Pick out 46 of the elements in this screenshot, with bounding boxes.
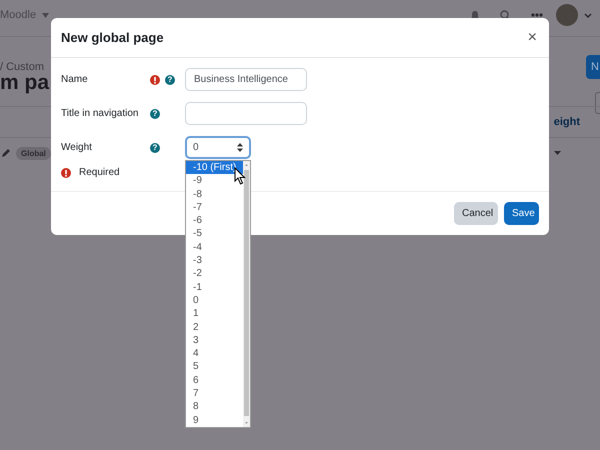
caret-icon[interactable] — [554, 151, 561, 155]
dropdown-option[interactable]: -7 — [186, 200, 243, 214]
cancel-button[interactable]: Cancel — [454, 202, 498, 225]
dialog-title: New global page — [61, 30, 164, 45]
field-label: Title in navigation — [61, 108, 140, 119]
dropdown-option[interactable]: -5 — [186, 227, 243, 241]
column-header[interactable]: eight — [554, 116, 580, 128]
dropdown-option[interactable]: 2 — [186, 320, 243, 334]
close-button[interactable]: × — [526, 30, 539, 46]
sort-icon — [237, 143, 243, 152]
help-button[interactable]: ? — [165, 74, 175, 84]
save-button[interactable]: Save — [504, 202, 539, 225]
dropdown-option[interactable]: -3 — [186, 254, 243, 268]
pencil-icon[interactable] — [2, 149, 10, 157]
grid-icon[interactable] — [531, 13, 543, 17]
dropdown-option[interactable]: 4 — [186, 347, 243, 360]
dropdown-option[interactable]: 1 — [186, 307, 243, 321]
caret-icon[interactable] — [584, 12, 592, 18]
dropdown-option[interactable]: 8 — [186, 400, 243, 414]
dropdown-option[interactable]: -8 — [186, 188, 243, 201]
dropdown-option[interactable]: 6 — [186, 374, 243, 388]
help-button[interactable]: ? — [150, 108, 160, 118]
dropdown-option[interactable]: 5 — [186, 360, 243, 374]
dropdown-option[interactable]: -4 — [186, 240, 243, 254]
tag-badge: Global — [16, 146, 51, 160]
help-button[interactable]: ? — [150, 142, 160, 152]
dropdown-option[interactable]: -2 — [186, 267, 243, 281]
bell-icon[interactable] — [470, 10, 480, 20]
avatar[interactable] — [556, 4, 578, 26]
dropdown-option[interactable]: 9 — [186, 414, 243, 427]
dropdown-option[interactable]: 7 — [186, 387, 243, 400]
dropdown-option[interactable]: -1 — [186, 280, 243, 294]
field-label: Weight — [61, 142, 93, 153]
dropdown-option[interactable]: -6 — [186, 214, 243, 228]
caret-icon — [42, 12, 50, 18]
text-field[interactable]: Business Intelligence — [185, 68, 307, 91]
field-label: Name — [61, 74, 89, 85]
pointer-cursor-icon — [234, 167, 246, 185]
required-icon — [61, 168, 71, 178]
dropdown-option[interactable]: 0 — [186, 294, 243, 308]
dropdown-option[interactable]: -10 (First) — [186, 161, 243, 174]
page-heading: m pa — [0, 71, 50, 95]
new-button[interactable]: N — [586, 55, 600, 79]
text-field[interactable] — [185, 102, 307, 125]
required-note: Required — [79, 167, 120, 178]
dropdown-option[interactable]: 3 — [186, 334, 243, 348]
